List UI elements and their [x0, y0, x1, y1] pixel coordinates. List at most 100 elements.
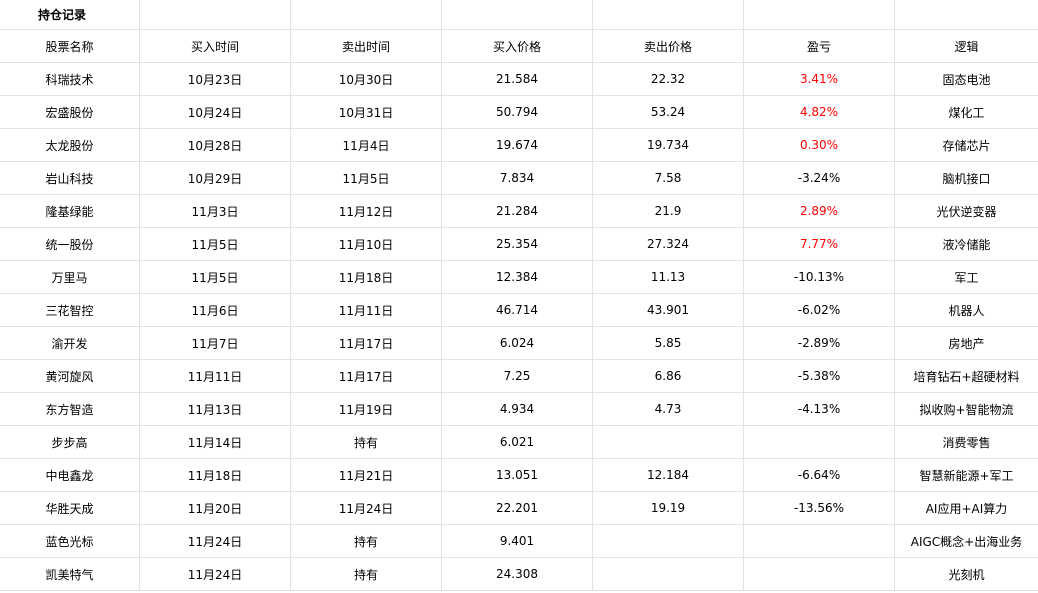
buy-price-cell[interactable]: 21.584: [442, 63, 593, 96]
logic-cell[interactable]: 培育钻石+超硬材料: [895, 360, 1038, 393]
sell-price-cell[interactable]: [593, 525, 744, 558]
sell-price-cell[interactable]: 22.32: [593, 63, 744, 96]
pnl-cell[interactable]: 4.82%: [744, 96, 895, 129]
header-stock-name[interactable]: 股票名称: [0, 30, 140, 63]
sell-date-cell[interactable]: 10月30日: [291, 63, 442, 96]
buy-price-cell[interactable]: 13.051: [442, 459, 593, 492]
empty-cell[interactable]: [895, 0, 1038, 30]
empty-cell[interactable]: [291, 0, 442, 30]
sell-price-cell[interactable]: 12.184: [593, 459, 744, 492]
sell-date-cell[interactable]: 11月17日: [291, 327, 442, 360]
stock-name-cell[interactable]: 步步高: [0, 426, 140, 459]
buy-price-cell[interactable]: 7.834: [442, 162, 593, 195]
sell-date-cell[interactable]: 持有: [291, 558, 442, 591]
header-pnl[interactable]: 盈亏: [744, 30, 895, 63]
sell-date-cell[interactable]: 11月21日: [291, 459, 442, 492]
sell-date-cell[interactable]: 持有: [291, 426, 442, 459]
sheet-title[interactable]: 持仓记录: [0, 0, 140, 30]
buy-date-cell[interactable]: 11月6日: [140, 294, 291, 327]
buy-date-cell[interactable]: 10月28日: [140, 129, 291, 162]
header-sell-price[interactable]: 卖出价格: [593, 30, 744, 63]
buy-price-cell[interactable]: 6.024: [442, 327, 593, 360]
buy-date-cell[interactable]: 11月24日: [140, 558, 291, 591]
sell-price-cell[interactable]: [593, 558, 744, 591]
pnl-cell[interactable]: 7.77%: [744, 228, 895, 261]
logic-cell[interactable]: 存储芯片: [895, 129, 1038, 162]
sell-date-cell[interactable]: 10月31日: [291, 96, 442, 129]
empty-cell[interactable]: [744, 0, 895, 30]
sell-date-cell[interactable]: 11月5日: [291, 162, 442, 195]
logic-cell[interactable]: AIGC概念+出海业务: [895, 525, 1038, 558]
pnl-cell[interactable]: [744, 525, 895, 558]
logic-cell[interactable]: 房地产: [895, 327, 1038, 360]
stock-name-cell[interactable]: 凯美特气: [0, 558, 140, 591]
header-buy-date[interactable]: 买入时间: [140, 30, 291, 63]
sell-price-cell[interactable]: 19.19: [593, 492, 744, 525]
sell-price-cell[interactable]: 7.58: [593, 162, 744, 195]
stock-name-cell[interactable]: 统一股份: [0, 228, 140, 261]
pnl-cell[interactable]: -6.02%: [744, 294, 895, 327]
sell-price-cell[interactable]: 53.24: [593, 96, 744, 129]
stock-name-cell[interactable]: 科瑞技术: [0, 63, 140, 96]
buy-price-cell[interactable]: 50.794: [442, 96, 593, 129]
buy-price-cell[interactable]: 7.25: [442, 360, 593, 393]
sell-price-cell[interactable]: 5.85: [593, 327, 744, 360]
buy-price-cell[interactable]: 46.714: [442, 294, 593, 327]
logic-cell[interactable]: 固态电池: [895, 63, 1038, 96]
pnl-cell[interactable]: -2.89%: [744, 327, 895, 360]
stock-name-cell[interactable]: 岩山科技: [0, 162, 140, 195]
buy-date-cell[interactable]: 11月13日: [140, 393, 291, 426]
logic-cell[interactable]: 军工: [895, 261, 1038, 294]
sell-date-cell[interactable]: 11月18日: [291, 261, 442, 294]
buy-date-cell[interactable]: 11月14日: [140, 426, 291, 459]
pnl-cell[interactable]: -4.13%: [744, 393, 895, 426]
sell-price-cell[interactable]: 6.86: [593, 360, 744, 393]
stock-name-cell[interactable]: 宏盛股份: [0, 96, 140, 129]
buy-date-cell[interactable]: 11月5日: [140, 228, 291, 261]
buy-price-cell[interactable]: 19.674: [442, 129, 593, 162]
logic-cell[interactable]: 智慧新能源+军工: [895, 459, 1038, 492]
stock-name-cell[interactable]: 东方智造: [0, 393, 140, 426]
logic-cell[interactable]: 液冷储能: [895, 228, 1038, 261]
pnl-cell[interactable]: -13.56%: [744, 492, 895, 525]
stock-name-cell[interactable]: 蓝色光标: [0, 525, 140, 558]
logic-cell[interactable]: 机器人: [895, 294, 1038, 327]
buy-price-cell[interactable]: 25.354: [442, 228, 593, 261]
buy-price-cell[interactable]: 9.401: [442, 525, 593, 558]
sell-date-cell[interactable]: 11月4日: [291, 129, 442, 162]
buy-price-cell[interactable]: 22.201: [442, 492, 593, 525]
pnl-cell[interactable]: 2.89%: [744, 195, 895, 228]
stock-name-cell[interactable]: 三花智控: [0, 294, 140, 327]
stock-name-cell[interactable]: 渝开发: [0, 327, 140, 360]
buy-price-cell[interactable]: 6.021: [442, 426, 593, 459]
buy-price-cell[interactable]: 12.384: [442, 261, 593, 294]
header-sell-date[interactable]: 卖出时间: [291, 30, 442, 63]
pnl-cell[interactable]: -10.13%: [744, 261, 895, 294]
sell-price-cell[interactable]: 21.9: [593, 195, 744, 228]
logic-cell[interactable]: 脑机接口: [895, 162, 1038, 195]
sell-price-cell[interactable]: 11.13: [593, 261, 744, 294]
sell-date-cell[interactable]: 11月10日: [291, 228, 442, 261]
buy-date-cell[interactable]: 10月24日: [140, 96, 291, 129]
pnl-cell[interactable]: -3.24%: [744, 162, 895, 195]
buy-date-cell[interactable]: 11月3日: [140, 195, 291, 228]
buy-date-cell[interactable]: 11月7日: [140, 327, 291, 360]
sell-price-cell[interactable]: [593, 426, 744, 459]
buy-date-cell[interactable]: 11月5日: [140, 261, 291, 294]
logic-cell[interactable]: 煤化工: [895, 96, 1038, 129]
sell-price-cell[interactable]: 27.324: [593, 228, 744, 261]
logic-cell[interactable]: 拟收购+智能物流: [895, 393, 1038, 426]
sell-date-cell[interactable]: 11月11日: [291, 294, 442, 327]
pnl-cell[interactable]: -6.64%: [744, 459, 895, 492]
sell-date-cell[interactable]: 持有: [291, 525, 442, 558]
stock-name-cell[interactable]: 太龙股份: [0, 129, 140, 162]
stock-name-cell[interactable]: 华胜天成: [0, 492, 140, 525]
logic-cell[interactable]: 消费零售: [895, 426, 1038, 459]
pnl-cell[interactable]: 0.30%: [744, 129, 895, 162]
buy-date-cell[interactable]: 10月29日: [140, 162, 291, 195]
pnl-cell[interactable]: [744, 558, 895, 591]
buy-price-cell[interactable]: 24.308: [442, 558, 593, 591]
sell-date-cell[interactable]: 11月24日: [291, 492, 442, 525]
sell-date-cell[interactable]: 11月12日: [291, 195, 442, 228]
sell-price-cell[interactable]: 43.901: [593, 294, 744, 327]
